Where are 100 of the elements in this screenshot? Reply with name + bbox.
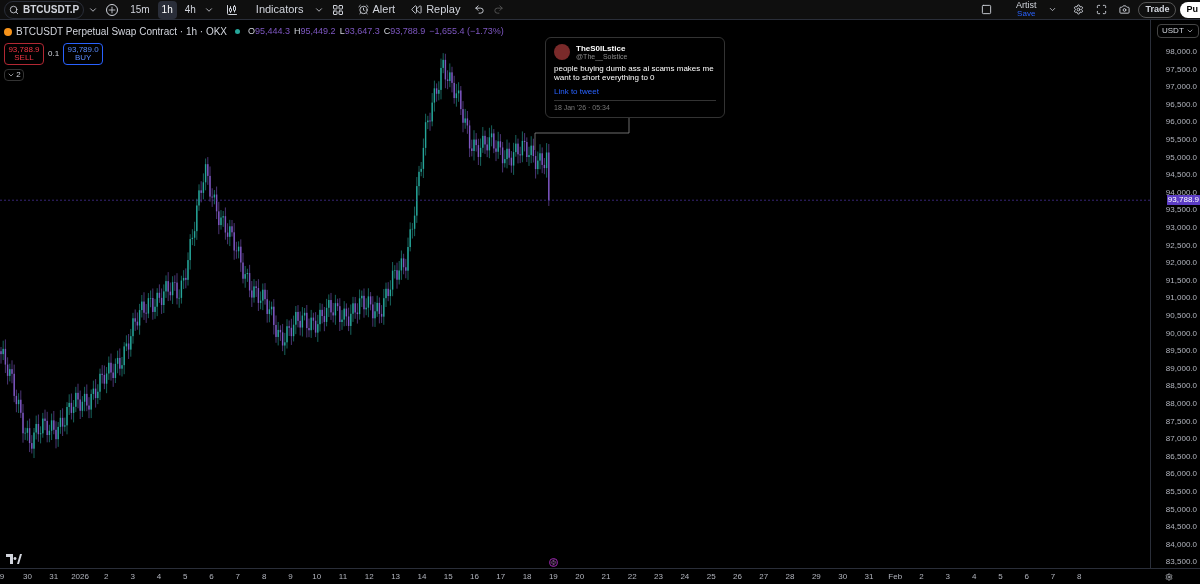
price-tick: 96,000.0 <box>1165 118 1197 127</box>
alert-button[interactable]: Alert <box>351 0 402 22</box>
avatar <box>554 44 570 60</box>
chevron-down-icon <box>7 71 16 79</box>
time-tick: 6 <box>1023 570 1030 583</box>
time-tick: 9 <box>287 570 294 583</box>
chevron-down-icon <box>1048 5 1058 14</box>
time-tick: 2 <box>103 570 110 583</box>
time-tick: 26 <box>732 570 743 583</box>
price-tick: 97,500.0 <box>1165 65 1197 74</box>
price-tick: 87,000.0 <box>1165 435 1197 444</box>
interval-tab[interactable]: 15m <box>126 0 154 19</box>
tweet-author: TheS0lLstice <box>576 44 627 53</box>
time-tick: 7 <box>234 570 242 583</box>
time-tick: 16 <box>469 570 480 583</box>
time-tick: 31 <box>863 570 875 583</box>
price-tick: 97,000.0 <box>1165 83 1197 92</box>
price-change: −1,655.4 (−1.73%) <box>429 24 504 38</box>
buy-button[interactable]: 93,789.0 BUY <box>63 43 104 65</box>
time-tick: 3 <box>944 570 952 583</box>
time-tick: 2026 <box>70 570 90 583</box>
settings-icon <box>1073 4 1085 15</box>
redo-icon <box>493 4 505 15</box>
tweet-link[interactable]: Link to tweet <box>554 86 716 98</box>
time-tick: 5 <box>997 570 1004 583</box>
search-icon <box>9 4 19 15</box>
time-tick: 6 <box>208 570 215 583</box>
save-link[interactable]: Save <box>1017 10 1036 18</box>
time-tick: 10 <box>311 570 323 583</box>
time-tick: 28 <box>784 570 796 583</box>
time-tick: 14 <box>416 570 428 583</box>
time-tick: 18 <box>521 570 533 583</box>
price-tick: 95,500.0 <box>1165 136 1197 144</box>
rewind-icon <box>411 4 423 15</box>
square-icon <box>980 4 992 15</box>
price-tick: 93,000.0 <box>1165 224 1197 232</box>
price-tick: 86,000.0 <box>1165 470 1197 479</box>
price-tick: 90,500.0 <box>1165 312 1197 320</box>
time-tick: 13 <box>390 570 402 583</box>
price-tick: 94,500.0 <box>1165 171 1197 180</box>
alarm-clock-icon <box>357 4 369 15</box>
time-tick: 30 <box>837 570 849 583</box>
time-tick: 3 <box>129 570 136 583</box>
quantity: 0.1 <box>48 48 60 60</box>
price-tick: 93,500.0 <box>1165 206 1197 215</box>
time-tick: 11 <box>337 570 349 583</box>
price-tick: 90,000.0 <box>1165 329 1197 338</box>
time-tick: 30 <box>22 570 33 583</box>
tweet-text: people buying dumb ass ai scams makes me want to short everything to 0 <box>554 64 715 82</box>
replay-button[interactable]: Replay <box>405 0 467 22</box>
sell-button[interactable]: 93,788.9 SELL <box>4 43 44 65</box>
layout-name[interactable]: Artist <box>1015 1 1037 10</box>
time-tick: 8 <box>1076 570 1083 583</box>
ohlc-value: O95,444.3 <box>248 24 291 38</box>
price-tick: 96,500.0 <box>1165 100 1197 109</box>
fullscreen-icon <box>1096 4 1108 15</box>
price-tick: 86,500.0 <box>1165 452 1197 461</box>
current-price-label: 93,788.9 <box>1166 195 1200 206</box>
time-tick: 25 <box>705 570 717 583</box>
time-tick: 15 <box>442 570 454 583</box>
time-tick: 19 <box>547 570 559 583</box>
time-tick: 4 <box>970 570 978 583</box>
price-tick: 94,000.0 <box>1165 188 1197 197</box>
price-tick: 85,000.0 <box>1165 505 1197 514</box>
time-tick: 9 <box>0 570 6 583</box>
price-tick: 91,500.0 <box>1165 276 1197 285</box>
price-tick: 87,500.0 <box>1165 417 1197 426</box>
time-tick: 20 <box>574 570 586 583</box>
price-tick: 85,500.0 <box>1165 488 1197 496</box>
time-tick: 24 <box>679 570 691 583</box>
currency-selector[interactable]: USDT <box>1157 24 1199 38</box>
time-tick: 21 <box>600 570 612 583</box>
price-tick: 91,000.0 <box>1165 294 1197 303</box>
time-tick: 5 <box>182 570 189 583</box>
price-tick: 84,000.0 <box>1165 540 1197 549</box>
ohlc-value: C93,788.9 <box>383 24 426 38</box>
time-tick: 12 <box>363 570 375 583</box>
interval-tab[interactable]: 1h <box>157 0 177 19</box>
time-tick: 4 <box>155 570 163 583</box>
time-tick: 23 <box>653 570 664 583</box>
time-tick: 22 <box>626 570 638 583</box>
price-tick: 89,500.0 <box>1165 347 1197 356</box>
price-tick: 83,500.0 <box>1165 558 1197 567</box>
undo-icon <box>474 4 486 15</box>
time-tick: 2 <box>918 570 925 583</box>
indicators-button[interactable]: Indicators <box>249 0 310 22</box>
ohlc-value: L93,647.3 <box>339 24 380 38</box>
publish-button[interactable]: Pu <box>1180 1 1200 18</box>
price-tick: 88,000.0 <box>1165 400 1197 408</box>
time-tick: 29 <box>810 570 822 583</box>
interval-tab[interactable]: 4h <box>180 0 200 19</box>
collapse-button[interactable]: 2 <box>4 69 24 81</box>
price-tick: 89,000.0 <box>1165 364 1197 373</box>
grid-icon <box>331 3 344 16</box>
legend-title: BTCUSDT Perpetual Swap Contract · 1h · OKX <box>16 25 227 39</box>
time-tick: 8 <box>260 570 268 583</box>
price-tick: 98,000.0 <box>1165 48 1197 56</box>
ohlc-value: H95,449.2 <box>294 24 336 38</box>
time-tick: Feb <box>887 570 904 583</box>
exchange-logo-icon <box>4 27 12 36</box>
